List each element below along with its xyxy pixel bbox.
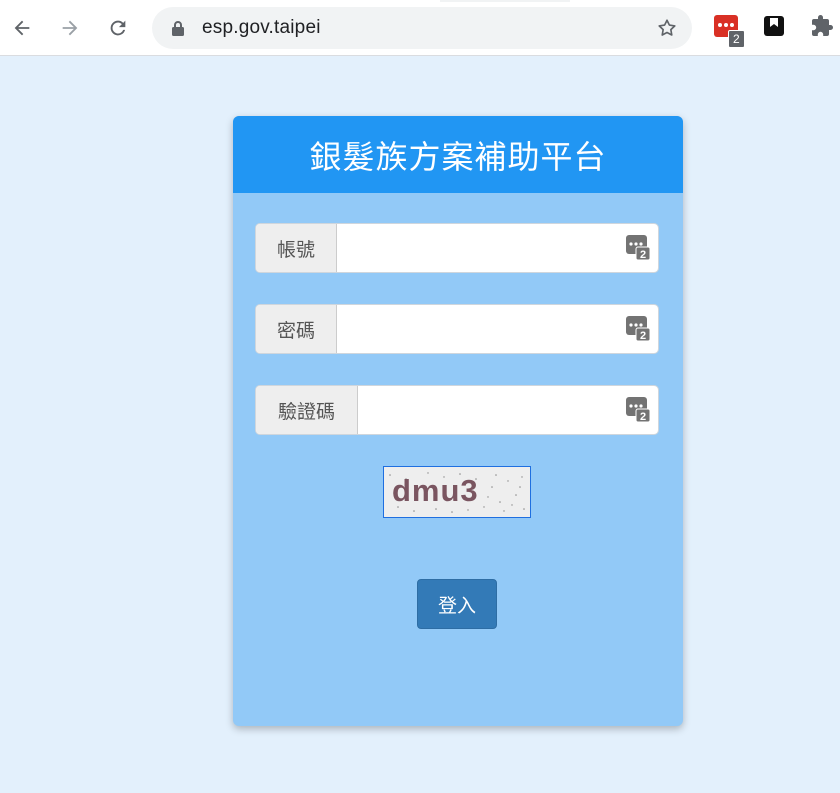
account-input[interactable]: [336, 224, 616, 272]
account-label: 帳號: [256, 224, 337, 272]
extension-badge: 2: [728, 30, 745, 48]
password-manager-field-icon[interactable]: 2: [626, 235, 651, 265]
svg-text:2: 2: [640, 249, 646, 261]
page-title: 銀髮族方案補助平台: [309, 137, 607, 176]
captcha-text: dmu3: [392, 473, 479, 508]
captcha-field-group: 驗證碼 2: [255, 385, 659, 435]
captcha-image[interactable]: dmu3: [383, 466, 531, 518]
reload-icon[interactable]: [104, 14, 132, 42]
account-field-group: 帳號 2: [255, 223, 659, 273]
captcha-label: 驗證碼: [256, 386, 358, 434]
url-text[interactable]: esp.gov.taipei: [202, 17, 321, 39]
address-bar[interactable]: esp.gov.taipei: [152, 7, 692, 49]
browser-toolbar: esp.gov.taipei 2: [0, 0, 840, 56]
bookmark-extension-icon[interactable]: [764, 14, 786, 42]
password-field-group: 密碼 2: [255, 304, 659, 354]
forward-arrow-icon[interactable]: [56, 14, 84, 42]
login-button[interactable]: 登入: [417, 579, 497, 629]
password-manager-field-icon[interactable]: 2: [626, 316, 651, 346]
star-icon[interactable]: [656, 17, 678, 43]
svg-text:2: 2: [640, 330, 646, 342]
password-input[interactable]: [336, 305, 616, 353]
login-card: 銀髮族方案補助平台 帳號 2 密碼 2 驗證碼 2 dmu3 登入: [233, 116, 683, 726]
password-manager-field-icon[interactable]: 2: [626, 397, 651, 427]
back-arrow-icon[interactable]: [8, 14, 36, 42]
password-label: 密碼: [256, 305, 337, 353]
svg-text:2: 2: [640, 411, 646, 423]
captcha-input[interactable]: [357, 386, 617, 434]
card-header: 銀髮族方案補助平台: [233, 116, 683, 193]
password-manager-extension-icon[interactable]: 2: [714, 14, 745, 48]
tab-edge: [440, 0, 570, 2]
puzzle-extensions-icon[interactable]: [810, 14, 834, 42]
lock-icon[interactable]: [172, 20, 184, 40]
